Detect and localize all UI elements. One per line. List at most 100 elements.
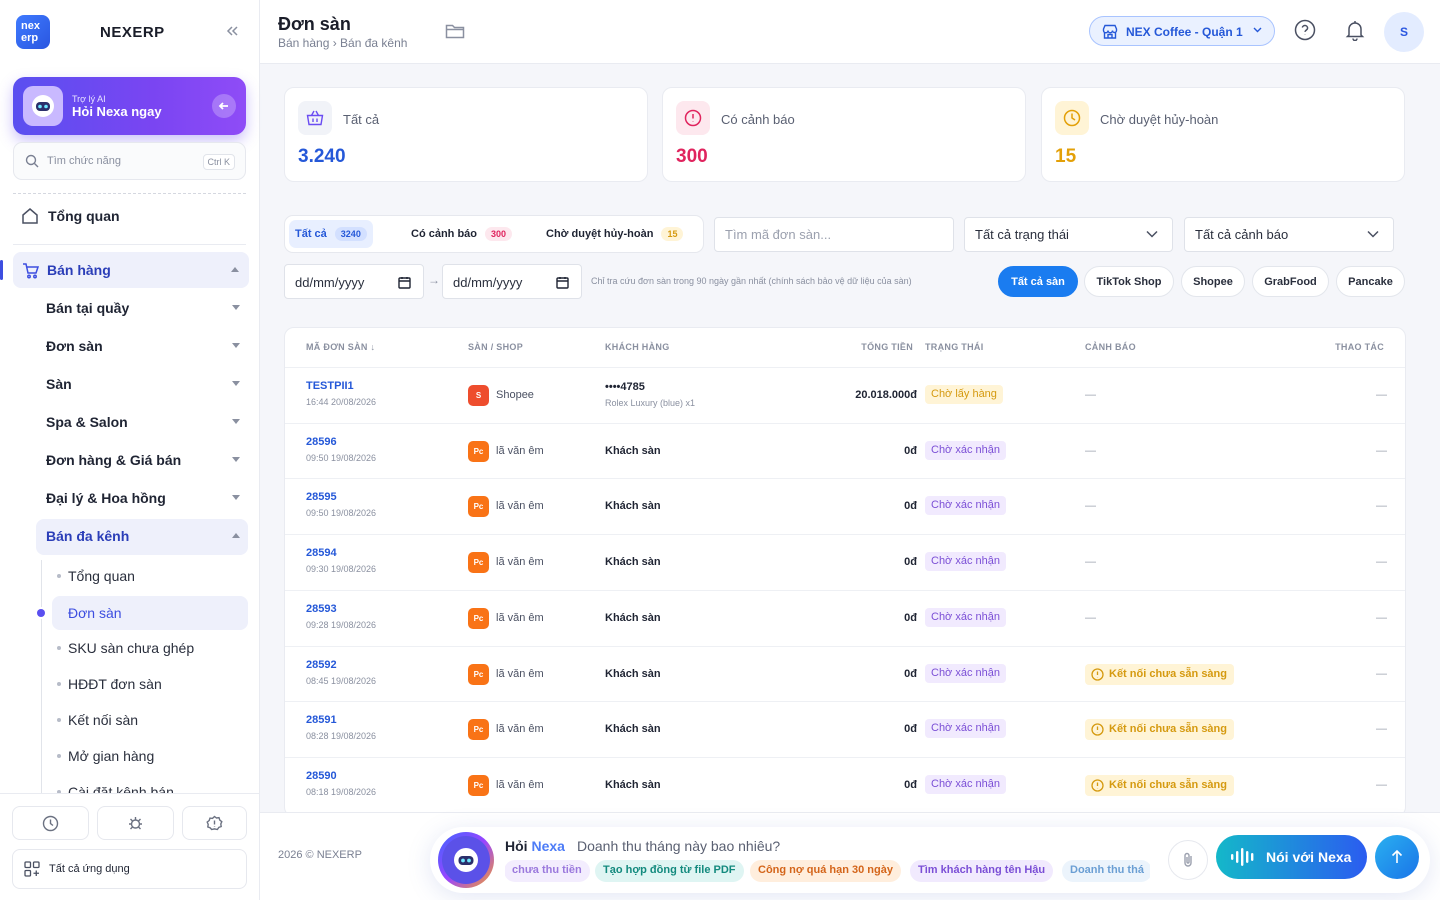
status-select[interactable]: Tất cả trạng thái <box>964 217 1173 252</box>
suggestion-chip[interactable]: chưa thu tiền <box>505 860 590 882</box>
user-avatar[interactable]: S <box>1384 12 1424 52</box>
home-icon <box>21 207 39 225</box>
footer: 2026 © NEXERP Hỏi Nexa Doanh thu tháng n… <box>260 812 1440 900</box>
customer-name: Khách sàn <box>605 611 661 624</box>
store-selector[interactable]: NEX Coffee - Quận 1 <box>1089 16 1275 46</box>
table-row[interactable]: 28596 09:50 19/08/2026 Pc lã văn êm Khách sà… <box>285 422 1405 479</box>
stat-card-warning[interactable]: Có cảnh báo 300 <box>662 87 1026 182</box>
suggestion-chip[interactable]: Doanh thu thá <box>1062 860 1150 882</box>
row-actions[interactable]: — <box>1376 556 1387 568</box>
app-logo[interactable]: nex erp <box>16 15 50 49</box>
order-id-link[interactable]: 28591 <box>306 714 337 726</box>
nav-group-platform-orders[interactable]: Đơn sàn <box>36 329 248 363</box>
history-button[interactable] <box>12 806 89 840</box>
suggestion-chip[interactable]: Công nợ quá hạn 30 ngày <box>750 860 901 882</box>
nav-leaf-overview[interactable]: Tổng quan <box>52 560 248 592</box>
table-row[interactable]: 28593 09:28 19/08/2026 Pc lã văn êm Khách sà… <box>285 589 1405 646</box>
shop-name: lã văn êm <box>496 667 544 680</box>
bullet <box>57 574 61 578</box>
report-issue-button[interactable] <box>182 806 247 840</box>
stat-card-all[interactable]: Tất cả 3.240 <box>284 87 648 182</box>
row-actions[interactable]: — <box>1376 723 1387 735</box>
shop-name: lã văn êm <box>496 611 544 624</box>
order-search-input[interactable]: Tìm mã đơn sàn... <box>714 217 954 252</box>
ask-question-input[interactable]: Doanh thu tháng này bao nhiêu? <box>577 838 780 854</box>
help-icon[interactable] <box>1294 19 1316 41</box>
column-header-status: TRẠNG THÁI <box>925 342 984 352</box>
row-actions[interactable]: — <box>1376 389 1387 401</box>
nav-group-platforms[interactable]: Sàn <box>36 367 248 401</box>
order-id-link[interactable]: 28596 <box>306 436 337 448</box>
feature-search-input[interactable]: Tìm chức năng Ctrl K <box>13 142 246 180</box>
row-actions[interactable]: — <box>1376 500 1387 512</box>
collapse-sidebar-icon[interactable] <box>223 22 241 40</box>
chevron-up-icon <box>232 533 240 538</box>
tab-warning[interactable]: Có cảnh báo 300 <box>405 220 518 248</box>
table-row[interactable]: 28591 08:28 19/08/2026 Pc lã văn êm Khách sà… <box>285 701 1405 757</box>
nav-leaf-connect[interactable]: Kết nối sàn <box>52 704 248 736</box>
order-id-link[interactable]: TESTPII1 <box>306 380 354 392</box>
nav-leaf-platform-orders[interactable]: Đơn sàn <box>52 596 248 630</box>
column-header-order-id[interactable]: MÃ ĐƠN SÀN ↓ <box>306 342 375 352</box>
tab-all[interactable]: Tất cả 3240 <box>289 220 373 248</box>
status-badge: Chờ xác nhận <box>925 607 1006 627</box>
ai-assistant-card[interactable]: Trợ lý AI Hỏi Nexa ngay <box>13 77 246 135</box>
nav-overview[interactable]: Tổng quan <box>13 196 246 236</box>
stat-label: Tất cả <box>343 112 380 127</box>
chevron-down-icon <box>232 343 240 348</box>
channel-chip-all[interactable]: Tất cả sàn <box>998 266 1078 297</box>
table-row[interactable]: 28590 08:18 19/08/2026 Pc lã văn êm Khách sà… <box>285 756 1405 813</box>
stat-card-pending-cancel[interactable]: Chờ duyệt hủy-hoàn 15 <box>1041 87 1405 182</box>
table-row[interactable]: 28595 09:50 19/08/2026 Pc lã văn êm Khách sà… <box>285 478 1405 534</box>
row-actions[interactable]: — <box>1376 612 1387 624</box>
all-apps-button[interactable]: Tất cả ứng dụng <box>12 849 247 889</box>
nav-group-spa[interactable]: Spa & Salon <box>36 405 248 439</box>
send-button[interactable] <box>1375 835 1419 879</box>
row-actions[interactable]: — <box>1376 445 1387 457</box>
debug-button[interactable] <box>97 806 174 840</box>
order-id-link[interactable]: 28594 <box>306 547 337 559</box>
customer-name: Khách sàn <box>605 723 661 736</box>
robot-icon <box>442 836 490 884</box>
order-id-link[interactable]: 28590 <box>306 770 337 782</box>
bullet <box>57 646 61 650</box>
nav-sales[interactable]: Bán hàng <box>13 252 249 288</box>
table-row[interactable]: 28592 08:45 19/08/2026 Pc lã văn êm Khách sà… <box>285 645 1405 702</box>
bullet <box>57 754 61 758</box>
row-actions[interactable]: — <box>1376 668 1387 680</box>
tab-pending-cancel[interactable]: Chờ duyệt hủy-hoàn 15 <box>540 220 689 248</box>
channel-chip-pancake[interactable]: Pancake <box>1336 266 1405 297</box>
nav-group-omnichannel[interactable]: Bán đa kênh <box>36 519 248 555</box>
suggestion-chip[interactable]: Tìm khách hàng tên Hậu <box>910 860 1054 882</box>
order-time: 09:50 19/08/2026 <box>306 452 377 463</box>
table-row[interactable]: 28594 09:30 19/08/2026 Pc lã văn êm Khách sà… <box>285 534 1405 590</box>
date-from-input[interactable]: dd/mm/yyyy <box>284 264 424 299</box>
shop-name: lã văn êm <box>496 778 544 791</box>
order-id-link[interactable]: 28592 <box>306 659 337 671</box>
channel-chip-tiktok[interactable]: TikTok Shop <box>1084 266 1174 297</box>
channel-chip-grabfood[interactable]: GrabFood <box>1252 266 1329 297</box>
row-actions[interactable]: — <box>1376 779 1387 791</box>
bell-icon[interactable] <box>1344 19 1366 41</box>
suggestion-chip[interactable]: Tạo hợp đồng từ file PDF <box>595 860 744 882</box>
nav-group-orders-pricing[interactable]: Đơn hàng & Giá bán <box>36 443 248 477</box>
nav-leaf-open-store[interactable]: Mở gian hàng <box>52 740 248 772</box>
divider <box>13 244 246 245</box>
warning-select[interactable]: Tất cả cảnh báo <box>1184 217 1394 252</box>
order-id-link[interactable]: 28595 <box>306 491 337 503</box>
date-to-input[interactable]: dd/mm/yyyy <box>442 264 582 299</box>
suggestion-list: chưa thu tiền Tạo hợp đồng từ file PDF C… <box>505 860 1150 882</box>
orders-table: MÃ ĐƠN SÀN ↓ SÀN / SHOP KHÁCH HÀNG TỔNG … <box>284 327 1406 817</box>
arrow-left-icon[interactable] <box>212 94 236 118</box>
table-row[interactable]: TESTPII1 16:44 20/08/2026 S Shopee ••••4785 R… <box>285 367 1405 423</box>
voice-button[interactable]: Nói với Nexa <box>1216 835 1367 879</box>
nav-group-pos[interactable]: Bán tại quầy <box>36 291 248 325</box>
attach-button[interactable] <box>1168 840 1208 880</box>
nav-leaf-unmatched-sku[interactable]: SKU sàn chưa ghép <box>52 632 248 664</box>
order-id-link[interactable]: 28593 <box>306 603 337 615</box>
nav-group-agents[interactable]: Đại lý & Hoa hồng <box>36 481 248 515</box>
channel-chip-shopee[interactable]: Shopee <box>1181 266 1245 297</box>
nav-leaf-einvoice[interactable]: HĐĐT đơn sàn <box>52 668 248 700</box>
folder-icon[interactable] <box>445 22 465 40</box>
paperclip-icon <box>1182 852 1194 868</box>
